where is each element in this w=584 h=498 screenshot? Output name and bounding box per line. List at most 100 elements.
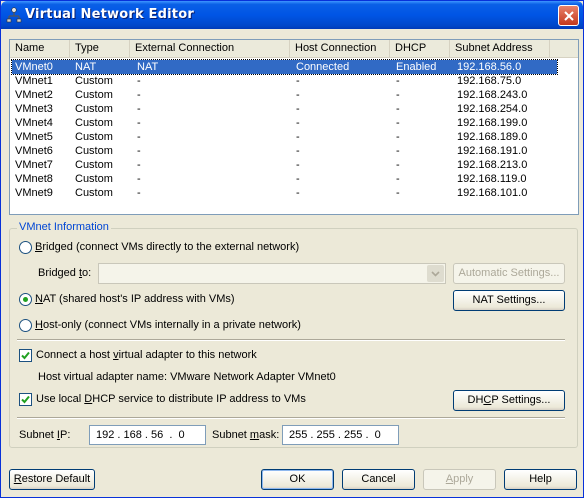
host-only-label[interactable]: Host-only (connect VMs internally in a p… <box>35 319 301 331</box>
cell-type: Custom <box>75 117 113 129</box>
cell-type: Custom <box>75 131 113 143</box>
cell-dhcp: - <box>396 173 400 185</box>
cell-type: Custom <box>75 173 113 185</box>
cell-host-connection: Connected <box>296 61 350 73</box>
cell-subnet-address: 192.168.101.0 <box>457 187 528 199</box>
cell-name: VMnet8 <box>15 173 53 185</box>
apply-button[interactable]: Apply <box>423 469 496 490</box>
cell-name: VMnet6 <box>15 145 53 157</box>
cell-external-connection: - <box>137 117 141 129</box>
cell-host-connection: - <box>296 131 300 143</box>
cell-external-connection: - <box>137 159 141 171</box>
cell-subnet-address: 192.168.213.0 <box>457 159 528 171</box>
cell-external-connection: - <box>137 103 141 115</box>
cell-subnet-address: 192.168.75.0 <box>457 75 522 87</box>
use-dhcp-label[interactable]: Use local DHCP service to distribute IP … <box>36 393 306 405</box>
host-only-radio[interactable] <box>19 319 32 332</box>
cell-name: VMnet7 <box>15 159 53 171</box>
subnet-ip-label: Subnet IP: <box>19 429 71 441</box>
cell-host-connection: - <box>296 75 300 87</box>
virtual-network-editor-window: Virtual Network Editor Name Type Externa… <box>0 0 584 498</box>
cell-subnet-address: 192.168.189.0 <box>457 131 528 143</box>
connect-adapter-label[interactable]: Connect a host virtual adapter to this n… <box>36 349 257 361</box>
nat-settings-button[interactable]: NAT Settings... <box>453 290 565 311</box>
cell-host-connection: - <box>296 103 300 115</box>
group-title: VMnet Information <box>17 221 111 233</box>
cell-type: Custom <box>75 187 113 199</box>
cell-dhcp: - <box>396 145 400 157</box>
table-row[interactable]: VMnet5 Custom - - - 192.168.189.0 <box>12 130 557 144</box>
cancel-button[interactable]: Cancel <box>342 469 415 490</box>
cell-type: Custom <box>75 89 113 101</box>
nat-radio[interactable] <box>19 293 32 306</box>
column-header-name[interactable]: Name <box>10 40 70 57</box>
cell-name: VMnet0 <box>15 61 53 73</box>
cell-external-connection: - <box>137 131 141 143</box>
cell-type: Custom <box>75 103 113 115</box>
cell-dhcp: - <box>396 131 400 143</box>
table-row[interactable]: VMnet9 Custom - - - 192.168.101.0 <box>12 186 557 200</box>
automatic-settings-button[interactable]: Automatic Settings... <box>453 263 565 284</box>
cell-dhcp: - <box>396 117 400 129</box>
cell-host-connection: - <box>296 145 300 157</box>
cell-subnet-address: 192.168.243.0 <box>457 89 528 101</box>
vmnet-list[interactable]: Name Type External Connection Host Conne… <box>9 39 579 215</box>
table-row[interactable]: VMnet0 NAT NAT Connected Enabled 192.168.56.0 <box>11 59 558 75</box>
table-row[interactable]: VMnet2 Custom - - - 192.168.243.0 <box>12 88 557 102</box>
table-row[interactable]: VMnet1 Custom - - - 192.168.75.0 <box>12 74 557 88</box>
bridged-to-label: Bridged to: <box>38 267 92 279</box>
subnet-ip-input[interactable]: 192 . 168 . 56 . 0 <box>89 425 206 445</box>
bridged-to-dropdown[interactable] <box>98 263 446 284</box>
cell-dhcp: - <box>396 89 400 101</box>
window-title: Virtual Network Editor <box>25 7 194 22</box>
restore-default-button[interactable]: Restore Default <box>9 469 95 490</box>
column-header-dhcp[interactable]: DHCP <box>390 40 450 57</box>
cell-type: Custom <box>75 145 113 157</box>
ok-button[interactable]: OK <box>261 469 334 490</box>
title-bar[interactable]: Virtual Network Editor <box>1 1 583 29</box>
cell-dhcp: - <box>396 159 400 171</box>
subnet-mask-input[interactable]: 255 . 255 . 255 . 0 <box>282 425 399 445</box>
cell-name: VMnet5 <box>15 131 53 143</box>
adapter-name-text: Host virtual adapter name: VMware Networ… <box>38 371 336 383</box>
help-button[interactable]: Help <box>504 469 577 490</box>
cell-host-connection: - <box>296 89 300 101</box>
cell-subnet-address: 192.168.119.0 <box>457 173 527 185</box>
table-row[interactable]: VMnet3 Custom - - - 192.168.254.0 <box>12 102 557 116</box>
cell-external-connection: - <box>137 173 141 185</box>
cell-external-connection: - <box>137 145 141 157</box>
cell-name: VMnet3 <box>15 103 53 115</box>
table-row[interactable]: VMnet6 Custom - - - 192.168.191.0 <box>12 144 557 158</box>
connect-adapter-checkbox[interactable] <box>19 349 32 362</box>
cell-dhcp: Enabled <box>396 61 437 73</box>
dhcp-settings-button[interactable]: DHCP Settings... <box>453 390 565 411</box>
subnet-mask-label: Subnet mask: <box>212 429 280 441</box>
cell-type: NAT <box>75 61 97 73</box>
cell-type: Custom <box>75 159 113 171</box>
chevron-down-icon[interactable] <box>427 265 444 282</box>
checkmark-icon <box>21 395 30 404</box>
cell-type: Custom <box>75 75 113 87</box>
cell-dhcp: - <box>396 187 400 199</box>
cell-dhcp: - <box>396 75 400 87</box>
cell-host-connection: - <box>296 159 300 171</box>
column-header-subnet-address[interactable]: Subnet Address <box>450 40 550 57</box>
network-app-icon <box>6 7 22 23</box>
table-row[interactable]: VMnet4 Custom - - - 192.168.199.0 <box>12 116 557 130</box>
close-button[interactable] <box>558 5 579 26</box>
nat-label[interactable]: NAT (shared host's IP address with VMs) <box>35 293 235 305</box>
table-row[interactable]: VMnet8 Custom - - - 192.168.119.0 <box>12 172 557 186</box>
column-header-host-connection[interactable]: Host Connection <box>290 40 390 57</box>
radio-selected-dot <box>23 297 28 302</box>
cell-name: VMnet9 <box>15 187 53 199</box>
table-row[interactable]: VMnet7 Custom - - - 192.168.213.0 <box>12 158 557 172</box>
use-dhcp-checkbox[interactable] <box>19 393 32 406</box>
cell-subnet-address: 192.168.191.0 <box>457 145 528 157</box>
column-header-type[interactable]: Type <box>70 40 130 57</box>
bridged-label[interactable]: Bridged (connect VMs directly to the ext… <box>35 241 299 253</box>
cell-external-connection: - <box>137 187 141 199</box>
bridged-radio[interactable] <box>19 241 32 254</box>
column-header-external-connection[interactable]: External Connection <box>130 40 290 57</box>
cell-name: VMnet1 <box>15 75 53 87</box>
cell-name: VMnet2 <box>15 89 53 101</box>
